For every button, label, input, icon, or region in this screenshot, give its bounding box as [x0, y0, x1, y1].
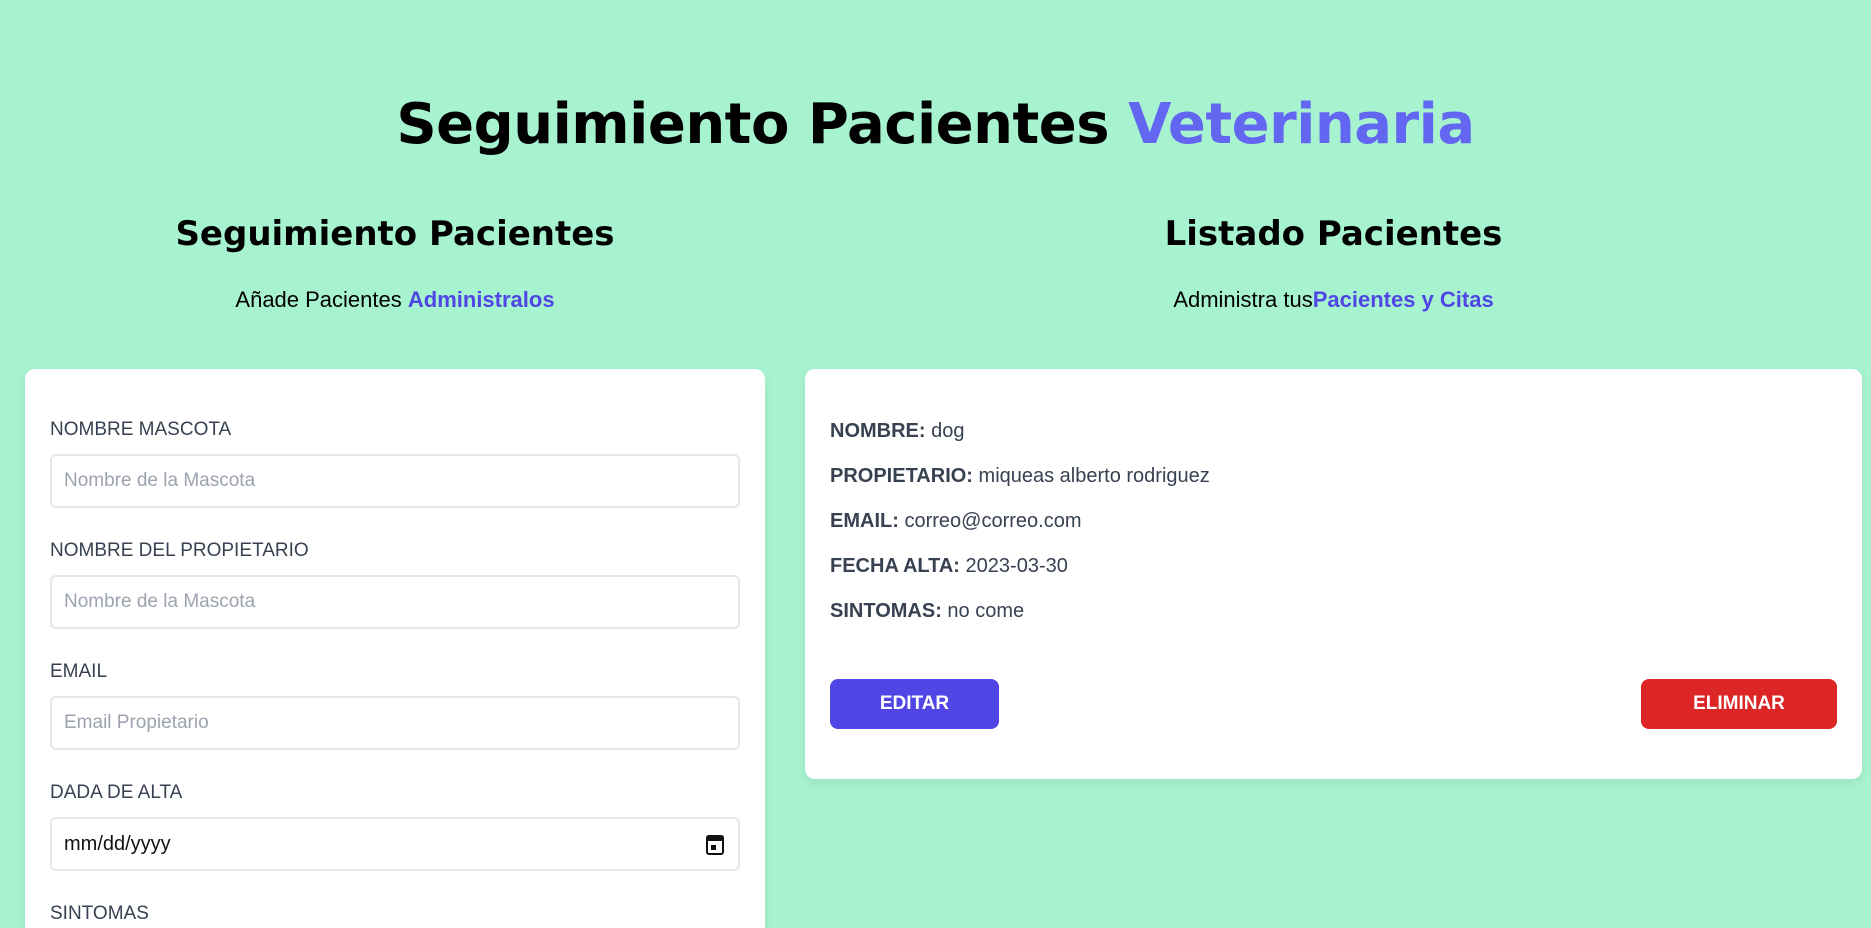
list-subtitle-accent: Pacientes y Citas: [1312, 287, 1494, 312]
form-subtitle-accent: Administralos: [407, 287, 555, 312]
patient-owner-key: PROPIETARIO:: [830, 465, 973, 487]
owner-name-field: NOMBRE DEL PROPIETARIO: [50, 540, 740, 629]
owner-name-label: NOMBRE DEL PROPIETARIO: [50, 540, 309, 561]
owner-name-input[interactable]: [50, 575, 740, 629]
list-section-title: Listado Pacientes: [1164, 214, 1503, 254]
email-input[interactable]: [50, 696, 740, 750]
patient-email-value: correo@correo.com: [904, 510, 1082, 532]
discharge-date-value: mm/dd/yyyy: [64, 832, 171, 855]
discharge-date-label: DADA DE ALTA: [50, 782, 183, 803]
patient-email-line: EMAIL: correo@correo.com: [830, 509, 1837, 533]
discharge-date-input[interactable]: mm/dd/yyyy: [50, 817, 740, 871]
patient-actions: Editar Eliminar: [830, 679, 1837, 729]
discharge-date-field: DADA DE ALTA mm/dd/yyyy: [50, 782, 740, 871]
edit-button[interactable]: Editar: [830, 679, 999, 729]
form-section-title: Seguimiento Pacientes: [175, 214, 615, 254]
form-section-subtitle: Añade Pacientes Administralos: [25, 287, 765, 313]
patient-form: NOMBRE MASCOTA NOMBRE DEL PROPIETARIO EM…: [25, 369, 765, 928]
patient-date-key: FECHA ALTA:: [830, 555, 960, 577]
patient-email-key: EMAIL:: [830, 510, 899, 532]
patient-name-value: dog: [931, 420, 965, 442]
pet-name-input[interactable]: [50, 454, 740, 508]
patient-symptoms-line: SINTOMAS: no come: [830, 599, 1837, 623]
patient-date-line: FECHA ALTA: 2023-03-30: [830, 554, 1837, 578]
page-title-accent: Veterinaria: [1128, 92, 1475, 157]
patient-name-key: NOMBRE:: [830, 420, 926, 442]
page-title-main: Seguimiento Pacientes: [396, 92, 1110, 157]
email-label: EMAIL: [50, 661, 108, 682]
patient-name-line: NOMBRE: dog: [830, 419, 1837, 443]
list-subtitle-plain: Administra tus: [1173, 287, 1313, 312]
pet-name-field: NOMBRE MASCOTA: [50, 419, 740, 508]
patient-date-value: 2023-03-30: [965, 555, 1068, 577]
patient-owner-line: PROPIETARIO: miqueas alberto rodriguez: [830, 464, 1837, 488]
symptoms-field: SINTOMAS: [50, 903, 740, 925]
page-title: Seguimiento Pacientes Veterinaria: [0, 92, 1871, 157]
pet-name-label: NOMBRE MASCOTA: [50, 419, 232, 440]
form-subtitle-plain: Añade Pacientes: [235, 287, 402, 312]
delete-button[interactable]: Eliminar: [1641, 679, 1837, 729]
calendar-icon[interactable]: [706, 835, 724, 855]
patient-symptoms-key: SINTOMAS:: [830, 600, 942, 622]
patient-owner-value: miqueas alberto rodriguez: [978, 465, 1210, 487]
symptoms-label: SINTOMAS: [50, 903, 149, 924]
list-section-subtitle: Administra tusPacientes y Citas: [805, 287, 1862, 313]
patient-card: NOMBRE: dog PROPIETARIO: miqueas alberto…: [805, 369, 1862, 779]
patient-symptoms-value: no come: [947, 600, 1025, 622]
email-field: EMAIL: [50, 661, 740, 750]
